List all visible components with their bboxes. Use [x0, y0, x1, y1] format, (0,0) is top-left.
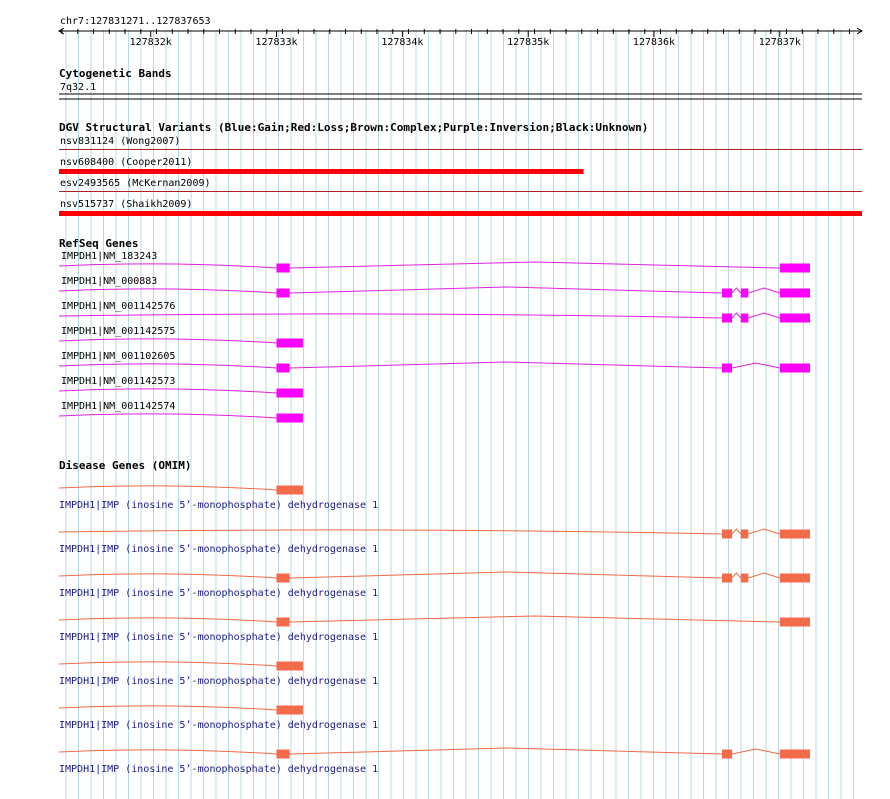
dgv-variant-label: esv2493565 (McKernan2009)	[60, 178, 211, 189]
omim-exon[interactable]	[276, 749, 290, 759]
cytoband-track: Cytogenetic Bands 7q32.1	[59, 67, 862, 100]
refseq-intron	[58, 363, 277, 369]
refseq-intron	[289, 286, 723, 294]
genome-browser-panel: chr7:127831271..127837653 127832k 127833k…	[0, 0, 890, 799]
refseq-transcripts: IMPDH1|NM_183243 IMPDH1|NM_000883 IMPDH1|N…	[58, 251, 810, 423]
ruler-tick-label: 127837k	[759, 37, 801, 48]
omim-exon[interactable]	[779, 573, 810, 583]
omim-intron	[58, 661, 277, 667]
omim-gene-label[interactable]: IMPDH1|IMP (inosine 5’-monophosphate) de…	[59, 720, 378, 731]
refseq-transcript-label: IMPDH1|NM_001102605	[61, 351, 175, 362]
ruler-tick-label: 127834k	[381, 37, 423, 48]
refseq-transcript-label: IMPDH1|NM_001142576	[61, 301, 175, 312]
omim-intron	[731, 748, 780, 755]
refseq-intron	[731, 287, 742, 294]
dgv-variant-label: nsv515737 (Shaikh2009)	[60, 199, 192, 210]
region-label: chr7:127831271..127837653	[60, 16, 211, 27]
refseq-exon[interactable]	[722, 288, 733, 298]
refseq-exon[interactable]	[779, 263, 810, 273]
ruler-tick-label: 127836k	[633, 37, 675, 48]
refseq-exon[interactable]	[276, 263, 290, 273]
omim-exon[interactable]	[779, 529, 810, 539]
omim-intron	[58, 749, 277, 755]
omim-exon[interactable]	[276, 617, 290, 627]
refseq-exon[interactable]	[276, 413, 303, 423]
omim-gene-label[interactable]: IMPDH1|IMP (inosine 5’-monophosphate) de…	[59, 544, 378, 555]
cytoband-label: 7q32.1	[60, 82, 96, 93]
ruler-ticks: 127832k 127833k 127834k 127835k 127836k 12783…	[58, 27, 863, 48]
refseq-intron	[731, 362, 780, 369]
omim-title: Disease Genes (OMIM)	[59, 459, 191, 472]
dgv-variant-label: nsv831124 (Wong2007)	[60, 136, 180, 147]
dgv-variant-bar[interactable]	[59, 211, 862, 216]
refseq-title: RefSeq Genes	[59, 237, 138, 250]
refseq-exon[interactable]	[779, 288, 810, 298]
refseq-transcript-label: IMPDH1|NM_183243	[61, 251, 157, 262]
refseq-exon[interactable]	[722, 313, 733, 323]
omim-exon[interactable]	[722, 749, 733, 759]
refseq-transcript-label: IMPDH1|NM_001142573	[61, 376, 175, 387]
omim-gene-label[interactable]: IMPDH1|IMP (inosine 5’-monophosphate) de…	[59, 676, 378, 687]
omim-exon[interactable]	[740, 573, 749, 583]
cytoband-title: Cytogenetic Bands	[59, 67, 172, 80]
ruler-tick-label: 127835k	[507, 37, 549, 48]
omim-exon[interactable]	[276, 573, 290, 583]
refseq-exon[interactable]	[276, 363, 290, 373]
omim-intron	[58, 573, 277, 579]
refseq-exon[interactable]	[740, 288, 749, 298]
dgv-track: DGV Structural Variants (Blue:Gain;Red:L…	[59, 121, 862, 216]
omim-track: Disease Genes (OMIM) IMPDH1|IMP (inosine…	[58, 459, 810, 775]
refseq-intron	[289, 361, 723, 369]
omim-gene-label[interactable]: IMPDH1|IMP (inosine 5’-monophosphate) de…	[59, 500, 378, 511]
omim-intron	[731, 528, 742, 535]
refseq-exon[interactable]	[276, 338, 303, 348]
omim-exon[interactable]	[779, 617, 810, 627]
refseq-track: RefSeq Genes IMPDH1|NM_183243 IMPDH1|NM_0…	[58, 237, 810, 423]
omim-gene-label[interactable]: IMPDH1|IMP (inosine 5’-monophosphate) de…	[59, 588, 378, 599]
omim-intron	[289, 747, 723, 755]
omim-exon[interactable]	[722, 529, 733, 539]
refseq-intron	[58, 388, 277, 394]
omim-intron	[58, 705, 277, 711]
ruler-tick-label: 127833k	[255, 37, 297, 48]
omim-exon[interactable]	[276, 705, 303, 715]
omim-intron	[58, 617, 277, 623]
refseq-exon[interactable]	[779, 363, 810, 373]
ruler-track: chr7:127831271..127837653 127832k 127833k…	[58, 16, 863, 48]
refseq-exon[interactable]	[779, 313, 810, 323]
omim-intron	[289, 571, 723, 579]
dgv-variant-label: nsv608400 (Cooper2011)	[60, 157, 192, 168]
omim-intron	[289, 615, 780, 623]
omim-exon[interactable]	[276, 485, 303, 495]
dgv-title: DGV Structural Variants (Blue:Gain;Red:L…	[59, 121, 648, 134]
refseq-exon[interactable]	[276, 388, 303, 398]
refseq-intron	[58, 263, 277, 269]
omim-exon[interactable]	[276, 661, 303, 671]
refseq-exon[interactable]	[722, 363, 733, 373]
ruler-tick-label: 127832k	[130, 37, 172, 48]
omim-exon[interactable]	[779, 749, 810, 759]
omim-exon[interactable]	[722, 573, 733, 583]
refseq-exon[interactable]	[276, 288, 290, 298]
refseq-intron	[58, 338, 277, 344]
refseq-intron	[58, 413, 277, 419]
omim-gene-label[interactable]: IMPDH1|IMP (inosine 5’-monophosphate) de…	[59, 632, 378, 643]
omim-gene-label[interactable]: IMPDH1|IMP (inosine 5’-monophosphate) de…	[59, 764, 378, 775]
dgv-variant-bar[interactable]	[59, 169, 584, 174]
refseq-intron	[731, 312, 742, 319]
refseq-transcript-label: IMPDH1|NM_000883	[61, 276, 157, 287]
refseq-intron	[289, 261, 780, 269]
track-canvas: chr7:127831271..127837653 127832k 127833k…	[58, 16, 863, 799]
refseq-intron	[58, 288, 277, 294]
omim-genes: IMPDH1|IMP (inosine 5’-monophosphate) de…	[58, 485, 810, 775]
omim-intron	[58, 485, 277, 491]
dgv-variants: nsv831124 (Wong2007) nsv608400 (Cooper201…	[59, 136, 862, 216]
refseq-transcript-label: IMPDH1|NM_001142574	[61, 401, 175, 412]
refseq-transcript-label: IMPDH1|NM_001142575	[61, 326, 175, 337]
refseq-exon[interactable]	[740, 313, 749, 323]
omim-intron	[731, 572, 742, 579]
omim-exon[interactable]	[740, 529, 749, 539]
